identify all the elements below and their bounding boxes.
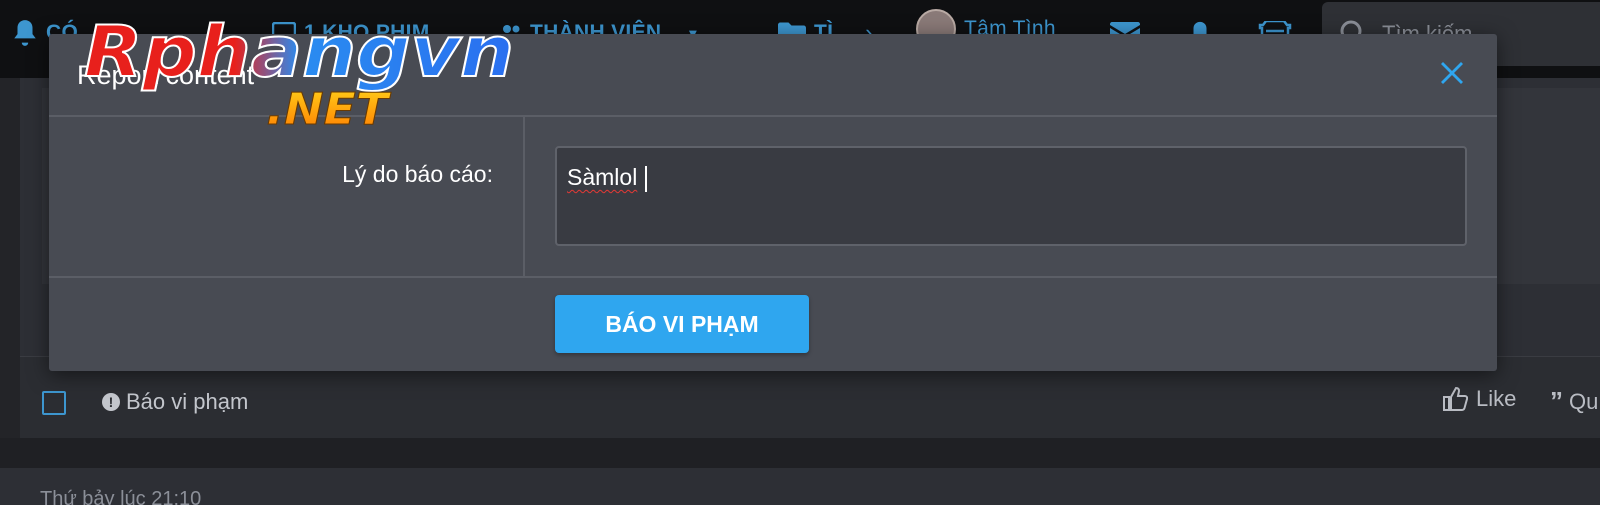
reason-textarea[interactable]: Sàmlol — [555, 146, 1467, 246]
close-button[interactable] — [1439, 60, 1469, 90]
reason-value: Sàmlol — [567, 164, 638, 190]
thumbs-up-icon — [1443, 387, 1468, 411]
close-icon — [1441, 62, 1463, 84]
post-separator — [0, 438, 1600, 468]
reason-label: Lý do báo cáo: — [342, 161, 493, 187]
report-post-link[interactable]: ! Báo vi phạm — [102, 389, 248, 415]
next-post: Thứ bảy lúc 21:10 — [0, 468, 1600, 505]
like-label: Like — [1476, 386, 1517, 411]
next-post-timestamp: Thứ bảy lúc 21:10 — [40, 488, 202, 505]
page-gutter — [0, 78, 20, 438]
bell-icon — [14, 20, 36, 46]
submit-report-button[interactable]: BÁO VI PHẠM — [555, 295, 809, 353]
quote-icon: ” — [1550, 386, 1563, 416]
report-link-label: Báo vi phạm — [126, 389, 249, 414]
quote-label: Qu — [1569, 388, 1599, 414]
svg-text:Rphangvn: Rphangvn — [84, 11, 514, 93]
like-button[interactable]: Like — [1442, 386, 1516, 412]
exclamation-icon: ! — [102, 393, 120, 411]
select-post-checkbox[interactable] — [42, 391, 66, 415]
watermark-logo: Rphangvn .NET — [83, 10, 515, 136]
svg-text:.NET: .NET — [266, 84, 391, 135]
quote-button[interactable]: ” Qu — [1550, 386, 1598, 417]
text-caret — [645, 165, 648, 192]
